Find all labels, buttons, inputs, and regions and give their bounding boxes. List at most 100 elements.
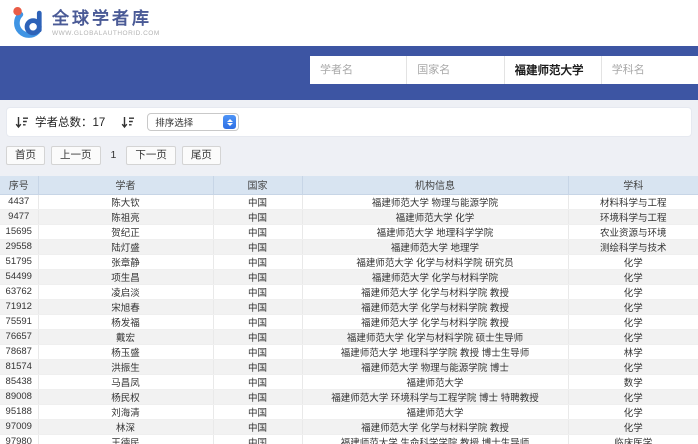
next-page-button[interactable]: 下一页 [126, 146, 176, 165]
cell-id: 95188 [0, 404, 38, 419]
cell-id: 71912 [0, 299, 38, 314]
table-row: 15695贺纪正中国福建师范大学 地理科学学院农业资源与环境 [0, 224, 698, 239]
header-id: 序号 [0, 176, 38, 194]
cell-scholar: 陈祖亮 [38, 209, 213, 224]
cell-id: 54499 [0, 269, 38, 284]
cell-id: 85438 [0, 374, 38, 389]
cell-id: 29558 [0, 239, 38, 254]
header-org: 机构信息 [302, 176, 568, 194]
table-row: 81574洪振生中国福建师范大学 物理与能源学院 博士化学 [0, 359, 698, 374]
total-count-value: 17 [93, 117, 106, 129]
table-row: 9477陈祖亮中国福建师范大学 化学环境科学与工程 [0, 209, 698, 224]
subject-input[interactable] [602, 64, 698, 76]
cell-id: 76657 [0, 329, 38, 344]
cell-org: 福建师范大学 地理科学学院 [302, 224, 568, 239]
cell-scholar: 项生昌 [38, 269, 213, 284]
cell-scholar: 贺纪正 [38, 224, 213, 239]
brand-title: 全球学者库 [52, 9, 160, 28]
cell-subject: 环境科学与工程 [568, 209, 698, 224]
globalauthorid-logo-icon [10, 5, 44, 41]
select-stepper-icon [223, 115, 236, 129]
cell-subject: 化学 [568, 284, 698, 299]
current-page-number[interactable]: 1 [107, 146, 121, 164]
cell-subject: 临床医学 [568, 434, 698, 444]
table-row: 51795张章静中国福建师范大学 化学与材料学院 研究员化学 [0, 254, 698, 269]
cell-org: 福建师范大学 [302, 404, 568, 419]
cell-country: 中国 [213, 329, 302, 344]
cell-id: 75591 [0, 314, 38, 329]
cell-org: 福建师范大学 生命科学学院 教授 博士生导师 [302, 434, 568, 444]
cell-id: 81574 [0, 359, 38, 374]
cell-country: 中国 [213, 254, 302, 269]
country-name-input[interactable] [407, 64, 503, 76]
cell-scholar: 林深 [38, 419, 213, 434]
cell-org: 福建师范大学 地理科学学院 教授 博士生导师 [302, 344, 568, 359]
table-row: 29558陆灯盛中国福建师范大学 地理学测绘科学与技术 [0, 239, 698, 254]
cell-country: 中国 [213, 374, 302, 389]
country-name-field-wrap [407, 56, 504, 84]
sort-amount-icon[interactable] [15, 116, 29, 129]
cell-org: 福建师范大学 化学与材料学院 教授 [302, 284, 568, 299]
table-row: 76657戴宏中国福建师范大学 化学与材料学院 硕士生导师化学 [0, 329, 698, 344]
cell-subject: 农业资源与环境 [568, 224, 698, 239]
cell-id: 97980 [0, 434, 38, 444]
cell-id: 51795 [0, 254, 38, 269]
prev-page-button[interactable]: 上一页 [51, 146, 101, 165]
cell-country: 中国 [213, 404, 302, 419]
header-country: 国家 [213, 176, 302, 194]
cell-org: 福建师范大学 化学 [302, 209, 568, 224]
site-logo[interactable]: 全球学者库 WWW.GLOBALAUTHORID.COM [10, 5, 160, 41]
cell-org: 福建师范大学 化学与材料学院 研究员 [302, 254, 568, 269]
table-row: 97980王德民中国福建师范大学 生命科学学院 教授 博士生导师临床医学 [0, 434, 698, 444]
table-row: 78687杨玉盛中国福建师范大学 地理科学学院 教授 博士生导师林学 [0, 344, 698, 359]
first-page-button[interactable]: 首页 [6, 146, 45, 165]
last-page-button[interactable]: 尾页 [182, 146, 221, 165]
cell-country: 中国 [213, 419, 302, 434]
table-row: 89008杨民权中国福建师范大学 环境科学与工程学院 博士 特聘教授化学 [0, 389, 698, 404]
cell-id: 89008 [0, 389, 38, 404]
cell-subject: 化学 [568, 299, 698, 314]
pagination: 首页 上一页 1 下一页 尾页 [6, 146, 692, 165]
institution-input[interactable] [505, 64, 601, 76]
cell-org: 福建师范大学 物理与能源学院 博士 [302, 359, 568, 374]
cell-scholar: 马昌凤 [38, 374, 213, 389]
scholar-name-input[interactable] [310, 64, 406, 76]
sort-amount-icon-2[interactable] [121, 116, 135, 129]
cell-subject: 数学 [568, 374, 698, 389]
cell-country: 中国 [213, 299, 302, 314]
cell-subject: 化学 [568, 254, 698, 269]
table-body: 4437陈大钦中国福建师范大学 物理与能源学院材料科学与工程9477陈祖亮中国福… [0, 194, 698, 444]
total-label-text: 学者总数： [35, 117, 93, 129]
site-header: 全球学者库 WWW.GLOBALAUTHORID.COM [0, 0, 698, 46]
cell-scholar: 刘海清 [38, 404, 213, 419]
cell-country: 中国 [213, 359, 302, 374]
cell-id: 15695 [0, 224, 38, 239]
table-row: 85438马昌凤中国福建师范大学数学 [0, 374, 698, 389]
sort-order-select[interactable]: 排序选择 [147, 113, 239, 131]
table-row: 97009林深中国福建师范大学 化学与材料学院 教授化学 [0, 419, 698, 434]
sort-select-label: 排序选择 [155, 115, 193, 129]
header-scholar: 学者 [38, 176, 213, 194]
cell-subject: 材料科学与工程 [568, 194, 698, 209]
cell-subject: 化学 [568, 314, 698, 329]
brand-subtitle: WWW.GLOBALAUTHORID.COM [52, 30, 160, 37]
cell-org: 福建师范大学 化学与材料学院 教授 [302, 299, 568, 314]
cell-scholar: 宋旭春 [38, 299, 213, 314]
table-row: 54499项生昌中国福建师范大学 化学与材料学院化学 [0, 269, 698, 284]
cell-scholar: 洪振生 [38, 359, 213, 374]
cell-country: 中国 [213, 284, 302, 299]
cell-org: 福建师范大学 地理学 [302, 239, 568, 254]
cell-scholar: 凌启淡 [38, 284, 213, 299]
cell-country: 中国 [213, 434, 302, 444]
cell-country: 中国 [213, 344, 302, 359]
nav-band [0, 46, 698, 100]
cell-scholar: 张章静 [38, 254, 213, 269]
cell-org: 福建师范大学 化学与材料学院 硕士生导师 [302, 329, 568, 344]
subject-field-wrap [602, 56, 698, 84]
cell-subject: 测绘科学与技术 [568, 239, 698, 254]
cell-org: 福建师范大学 化学与材料学院 教授 [302, 314, 568, 329]
search-strip [310, 56, 698, 84]
cell-country: 中国 [213, 269, 302, 284]
cell-scholar: 戴宏 [38, 329, 213, 344]
table-header-row: 序号 学者 国家 机构信息 学科 [0, 176, 698, 194]
